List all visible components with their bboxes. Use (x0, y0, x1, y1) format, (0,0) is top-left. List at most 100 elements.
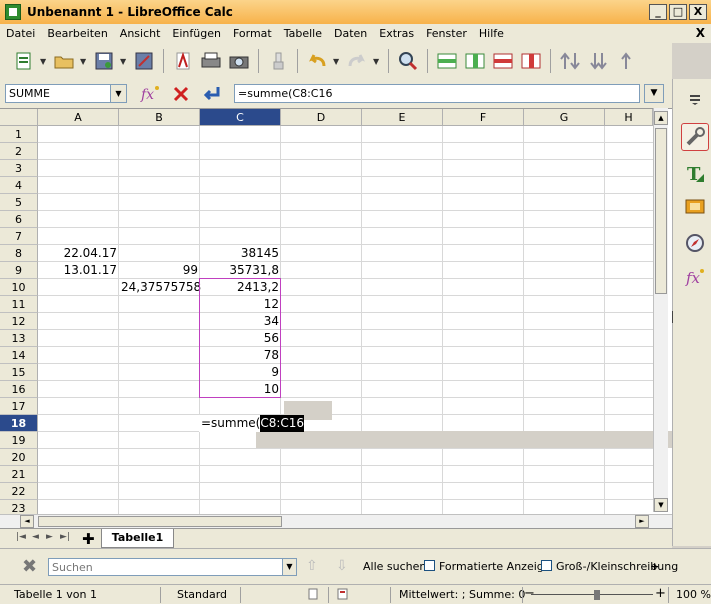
menu-tabelle[interactable]: Tabelle (278, 27, 328, 40)
open-icon[interactable] (52, 49, 76, 73)
insert-row-icon[interactable] (435, 49, 459, 73)
prev-sheet-icon[interactable]: ◄ (32, 532, 39, 542)
zoom-level[interactable]: 100 % (676, 588, 711, 601)
menu-fenster[interactable]: Fenster (420, 27, 473, 40)
menu-einfuegen[interactable]: Einfügen (166, 27, 227, 40)
row-header[interactable]: 19 (0, 432, 38, 449)
cell-b10[interactable]: 24,37575758 (119, 279, 201, 296)
cell-a9[interactable]: 13.01.17 (38, 262, 119, 279)
redo-icon[interactable] (345, 49, 369, 73)
formula-input[interactable]: =summe(C8:C16 (234, 84, 640, 103)
row-header[interactable]: 10 (0, 279, 38, 296)
zoom-in-icon[interactable]: + (655, 586, 666, 601)
clone-formatting-icon[interactable] (266, 49, 290, 73)
close-find-icon[interactable]: ✖ (22, 556, 37, 577)
close-document-button[interactable]: X (696, 26, 705, 40)
match-case-checkbox[interactable] (541, 560, 552, 571)
insert-column-icon[interactable] (463, 49, 487, 73)
row-header[interactable]: 6 (0, 211, 38, 228)
scroll-right-icon[interactable]: ► (635, 515, 649, 528)
sort-ascending-icon[interactable] (586, 49, 610, 73)
new-document-icon[interactable] (12, 49, 36, 73)
properties-icon[interactable] (681, 123, 709, 151)
menu-daten[interactable]: Daten (328, 27, 373, 40)
selection-mode-icon[interactable] (307, 586, 319, 603)
first-sheet-icon[interactable]: |◄ (16, 532, 26, 542)
row-header[interactable]: 13 (0, 330, 38, 347)
sort-descending-icon[interactable] (614, 49, 638, 73)
undo-dropdown-icon[interactable]: ▼ (333, 57, 341, 66)
row-header[interactable]: 2 (0, 143, 38, 160)
row-header[interactable]: 3 (0, 160, 38, 177)
close-window-button[interactable]: X (689, 4, 707, 20)
row-header[interactable]: 1 (0, 126, 38, 143)
save-dropdown-icon[interactable]: ▼ (120, 57, 128, 66)
formatted-display-checkbox[interactable] (424, 560, 435, 571)
last-sheet-icon[interactable]: ►| (60, 532, 70, 542)
row-header[interactable]: 12 (0, 313, 38, 330)
accept-icon[interactable] (201, 83, 223, 105)
row-header-selected[interactable]: 18 (0, 415, 38, 432)
undo-icon[interactable] (305, 49, 329, 73)
export-icon[interactable] (132, 49, 156, 73)
formula-expand-icon[interactable]: ▼ (644, 84, 664, 103)
print-preview-icon[interactable] (227, 49, 251, 73)
row-header[interactable]: 16 (0, 381, 38, 398)
column-header-b[interactable]: B (119, 109, 200, 126)
horizontal-scrollbar[interactable]: ◄ ► (0, 514, 672, 528)
new-dropdown-icon[interactable]: ▼ (40, 57, 48, 66)
spreadsheet-grid[interactable]: A B C D E F G H 1 2 3 4 5 6 7 8 9 10 11 … (0, 108, 672, 530)
row-header[interactable]: 7 (0, 228, 38, 245)
sidebar-menu-icon[interactable] (681, 85, 709, 113)
sort-icon[interactable] (558, 49, 582, 73)
add-sheet-icon[interactable]: ✚ (82, 530, 95, 548)
column-header-h[interactable]: H (605, 109, 653, 126)
save-icon[interactable] (92, 49, 116, 73)
zoom-slider-thumb[interactable] (594, 590, 600, 600)
cell-c9[interactable]: 35731,8 (200, 262, 281, 279)
row-header[interactable]: 11 (0, 296, 38, 313)
cell-c8[interactable]: 38145 (200, 245, 281, 262)
name-box-dropdown-icon[interactable]: ▼ (110, 85, 126, 102)
menu-format[interactable]: Format (227, 27, 278, 40)
column-header-f[interactable]: F (443, 109, 524, 126)
row-header[interactable]: 9 (0, 262, 38, 279)
gallery-icon[interactable] (681, 192, 709, 220)
cell-c18-editing[interactable]: =summe( C8:C16 (199, 415, 305, 432)
cell-b9[interactable]: 99 (119, 262, 200, 279)
styles-icon[interactable]: T (681, 159, 709, 187)
column-header-e[interactable]: E (362, 109, 443, 126)
find-history-dropdown-icon[interactable]: ▼ (282, 559, 296, 575)
find-all-button[interactable]: Alle suchen (363, 560, 426, 573)
horizontal-scroll-thumb[interactable] (38, 516, 282, 527)
vertical-scrollbar[interactable]: ▲ ▼ (653, 108, 668, 512)
find-next-icon[interactable]: ⇩ (336, 558, 348, 574)
column-header-a[interactable]: A (38, 109, 119, 126)
row-header[interactable]: 22 (0, 483, 38, 500)
pdf-icon[interactable] (171, 49, 195, 73)
column-header-c[interactable]: C (200, 109, 281, 126)
find-more-options-button[interactable]: + (650, 560, 659, 573)
functions-icon[interactable]: fx (681, 263, 709, 291)
redo-dropdown-icon[interactable]: ▼ (373, 57, 381, 66)
column-header-d[interactable]: D (281, 109, 362, 126)
navigator-icon[interactable] (681, 229, 709, 257)
row-header[interactable]: 21 (0, 466, 38, 483)
function-wizard-icon[interactable]: fx (139, 83, 161, 105)
row-header[interactable]: 20 (0, 449, 38, 466)
row-header[interactable]: 8 (0, 245, 38, 262)
select-all-corner[interactable] (0, 109, 38, 126)
find-input[interactable]: Suchen ▼ (48, 558, 297, 576)
find-previous-icon[interactable]: ⇧ (306, 558, 318, 574)
row-header[interactable]: 15 (0, 364, 38, 381)
document-modified-icon[interactable] (336, 586, 350, 603)
menu-ansicht[interactable]: Ansicht (114, 27, 167, 40)
delete-row-icon[interactable] (491, 49, 515, 73)
open-dropdown-icon[interactable]: ▼ (80, 57, 88, 66)
delete-column-icon[interactable] (519, 49, 543, 73)
cancel-icon[interactable] (170, 83, 192, 105)
column-header-g[interactable]: G (524, 109, 605, 126)
maximize-button[interactable]: □ (669, 4, 687, 20)
row-header[interactable]: 4 (0, 177, 38, 194)
print-icon[interactable] (199, 49, 223, 73)
